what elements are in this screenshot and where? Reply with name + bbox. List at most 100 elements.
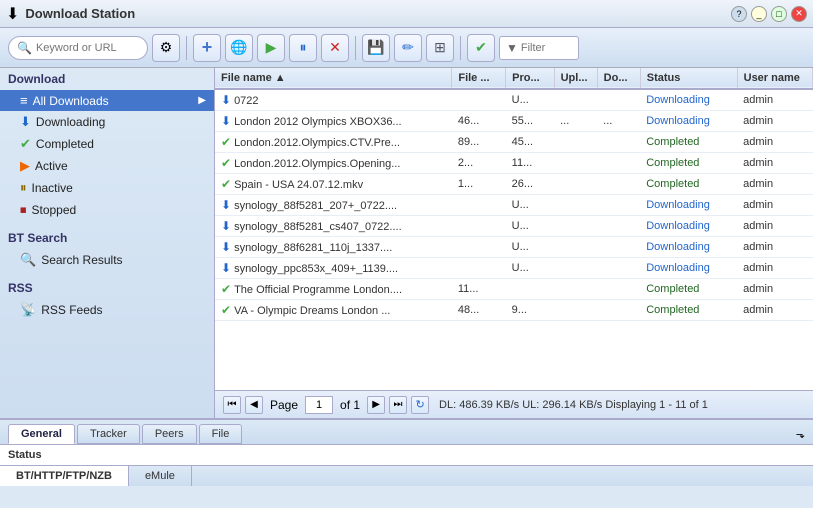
sidebar-item-all[interactable]: ≡ All Downloads ▶ — [0, 90, 214, 111]
filter-input[interactable] — [521, 42, 581, 54]
globe-button[interactable]: 🌐 — [225, 34, 253, 62]
cell-filename: ⬇0722 — [215, 89, 452, 111]
table-row[interactable]: ✔Spain - USA 24.07.12.mkv 1... 26... Com… — [215, 174, 813, 195]
edit-button[interactable]: ✏ — [394, 34, 422, 62]
files-table: File name ▲ File ... Pro... Upl... Do...… — [215, 68, 813, 321]
sidebar-item-search[interactable]: 🔍 Search Results — [0, 249, 214, 271]
all-downloads-icon: ≡ — [20, 93, 28, 108]
tab-general[interactable]: General — [8, 424, 75, 444]
add-button[interactable]: + — [193, 34, 221, 62]
prev-page-button[interactable]: ◀ — [245, 396, 263, 414]
search-input[interactable] — [36, 42, 146, 54]
cell-download — [597, 258, 640, 279]
download-table[interactable]: File name ▲ File ... Pro... Upl... Do...… — [215, 68, 813, 390]
cell-status: Downloading — [640, 195, 737, 216]
help-button[interactable]: ? — [731, 6, 747, 22]
cell-status: Downloading — [640, 111, 737, 132]
status-row: Status — [0, 445, 813, 465]
cell-filesize: 48... — [452, 300, 506, 321]
cell-status: Downloading — [640, 216, 737, 237]
sidebar-item-downloading[interactable]: ⬇ Downloading — [0, 111, 214, 133]
cell-status: Completed — [640, 174, 737, 195]
grid-button[interactable]: ⊞ — [426, 34, 454, 62]
cell-username: admin — [737, 89, 812, 111]
cell-filesize — [452, 89, 506, 111]
close-button[interactable]: ✕ — [791, 6, 807, 22]
play-button[interactable]: ▶ — [257, 34, 285, 62]
search-box[interactable]: 🔍 — [8, 36, 148, 60]
tab-emule[interactable]: eMule — [129, 466, 192, 486]
cell-download — [597, 174, 640, 195]
table-row[interactable]: ⬇London 2012 Olympics XBOX36... 46... 55… — [215, 111, 813, 132]
maximize-button[interactable]: □ — [771, 6, 787, 22]
sidebar-item-stopped[interactable]: ⏹ Stopped — [0, 199, 214, 221]
tab-bt-http[interactable]: BT/HTTP/FTP/NZB — [0, 466, 129, 486]
pause-button[interactable]: ⏸ — [289, 34, 317, 62]
save-button[interactable]: 💾 — [362, 34, 390, 62]
table-row[interactable]: ✔London.2012.Olympics.CTV.Pre... 89... 4… — [215, 132, 813, 153]
cell-status: Completed — [640, 132, 737, 153]
col-upload[interactable]: Upl... — [554, 68, 597, 89]
last-page-button[interactable]: ⏭ — [389, 396, 407, 414]
expand-icon[interactable]: ⬎ — [796, 428, 805, 441]
sidebar-item-active[interactable]: ▶ Active — [0, 155, 214, 177]
col-filename[interactable]: File name ▲ — [215, 68, 452, 89]
active-icon: ▶ — [20, 158, 30, 174]
cell-username: admin — [737, 300, 812, 321]
stop-button[interactable]: ✕ — [321, 34, 349, 62]
table-row[interactable]: ⬇synology_ppc853x_409+_1139.... U... Dow… — [215, 258, 813, 279]
cell-progress — [506, 279, 554, 300]
cell-filesize: 89... — [452, 132, 506, 153]
col-status[interactable]: Status — [640, 68, 737, 89]
sidebar-item-completed[interactable]: ✔ Completed — [0, 133, 214, 155]
table-row[interactable]: ⬇synology_88f5281_cs407_0722.... U... Do… — [215, 216, 813, 237]
cell-upload — [554, 89, 597, 111]
cell-filename: ✔Spain - USA 24.07.12.mkv — [215, 174, 452, 195]
tab-peers[interactable]: Peers — [142, 424, 197, 444]
sidebar-item-rss[interactable]: 📡 RSS Feeds — [0, 299, 214, 321]
table-row[interactable]: ✔VA - Olympic Dreams London ... 48... 9.… — [215, 300, 813, 321]
first-page-button[interactable]: ⏮ — [223, 396, 241, 414]
cell-filename: ⬇synology_88f5281_207+_0722.... — [215, 195, 452, 216]
table-row[interactable]: ✔London.2012.Olympics.Opening... 2... 11… — [215, 153, 813, 174]
minimize-button[interactable]: _ — [751, 6, 767, 22]
cell-filename: ✔VA - Olympic Dreams London ... — [215, 300, 452, 321]
col-username[interactable]: User name — [737, 68, 812, 89]
table-row[interactable]: ⬇0722 U... Downloading admin — [215, 89, 813, 111]
cell-upload — [554, 237, 597, 258]
sidebar-item-inactive[interactable]: ⏸ Inactive — [0, 177, 214, 199]
search-results-icon: 🔍 — [20, 252, 36, 268]
check-button[interactable]: ✔ — [467, 34, 495, 62]
table-row[interactable]: ⬇synology_88f6281_110j_1337.... U... Dow… — [215, 237, 813, 258]
toolbar: 🔍 ⚙ + 🌐 ▶ ⏸ ✕ 💾 ✏ ⊞ ✔ ▼ — [0, 28, 813, 68]
next-page-button[interactable]: ▶ — [367, 396, 385, 414]
main-layout: Download ≡ All Downloads ▶ ⬇ Downloading… — [0, 68, 813, 418]
cell-filesize: 1... — [452, 174, 506, 195]
rss-icon: 📡 — [20, 302, 36, 318]
cell-upload — [554, 174, 597, 195]
cell-filesize — [452, 195, 506, 216]
cell-progress: U... — [506, 89, 554, 111]
col-download[interactable]: Do... — [597, 68, 640, 89]
cell-username: admin — [737, 111, 812, 132]
table-row[interactable]: ✔The Official Programme London.... 11...… — [215, 279, 813, 300]
filter-box[interactable]: ▼ — [499, 36, 579, 60]
sidebar-bt-header: BT Search — [0, 227, 214, 249]
sidebar-rss-header: RSS — [0, 277, 214, 299]
tab-file[interactable]: File — [199, 424, 243, 444]
sidebar-item-label-stopped: Stopped — [32, 203, 77, 217]
pagination-bar: ⏮ ◀ Page of 1 ▶ ⏭ ↻ DL: 486.39 KB/s UL: … — [215, 390, 813, 418]
settings-button[interactable]: ⚙ — [152, 34, 180, 62]
status-label: Status — [8, 449, 42, 461]
cell-filename: ⬇London 2012 Olympics XBOX36... — [215, 111, 452, 132]
tab-tracker[interactable]: Tracker — [77, 424, 140, 444]
search-icon: 🔍 — [17, 41, 32, 55]
cell-status: Completed — [640, 153, 737, 174]
col-filesize[interactable]: File ... — [452, 68, 506, 89]
sidebar-item-label-inactive: Inactive — [32, 181, 73, 195]
col-progress[interactable]: Pro... — [506, 68, 554, 89]
refresh-button[interactable]: ↻ — [411, 396, 429, 414]
toolbar-separator-2 — [355, 36, 356, 60]
table-row[interactable]: ⬇synology_88f5281_207+_0722.... U... Dow… — [215, 195, 813, 216]
page-input[interactable] — [305, 396, 333, 414]
